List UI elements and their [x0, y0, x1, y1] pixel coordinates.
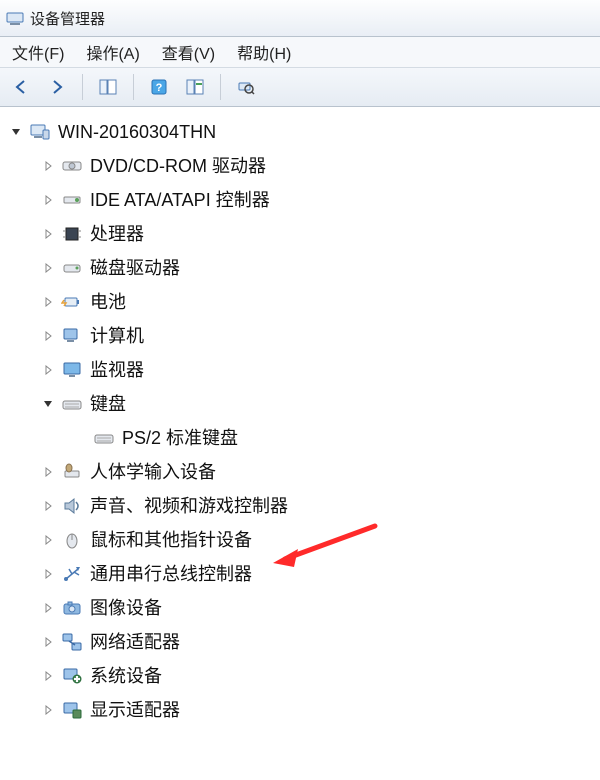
showhide-button[interactable] [93, 72, 123, 102]
expander-icon[interactable] [40, 569, 56, 579]
hid-icon [60, 460, 84, 484]
expander-icon[interactable] [40, 331, 56, 341]
tree-item-system[interactable]: 系统设备 [40, 659, 600, 693]
hdd-icon [60, 256, 84, 280]
titlebar: 设备管理器 [0, 0, 600, 37]
expander-icon[interactable] [40, 705, 56, 715]
expander-icon[interactable] [40, 637, 56, 647]
scan-button[interactable] [231, 72, 261, 102]
tree-item-label: 系统设备 [90, 659, 162, 693]
expander-icon[interactable] [40, 263, 56, 273]
tree-item-label: 人体学输入设备 [90, 455, 216, 489]
tree-item-computer[interactable]: 计算机 [40, 319, 600, 353]
disc-icon [60, 154, 84, 178]
tree-item-hid[interactable]: 人体学输入设备 [40, 455, 600, 489]
expander-icon[interactable] [40, 161, 56, 171]
tree-root[interactable]: WIN-20160304THN [8, 115, 600, 149]
tree-item-image[interactable]: 图像设备 [40, 591, 600, 625]
cpu-icon [60, 222, 84, 246]
tree-item-ps2-keyboard[interactable]: PS/2 标准键盘 [72, 421, 600, 455]
expander-icon[interactable] [40, 399, 56, 409]
tree-item-usb[interactable]: 通用串行总线控制器 [40, 557, 600, 591]
speaker-icon [60, 494, 84, 518]
expander-icon[interactable] [40, 603, 56, 613]
tree-item-dvd[interactable]: DVD/CD-ROM 驱动器 [40, 149, 600, 183]
expander-icon[interactable] [40, 501, 56, 511]
network-icon [60, 630, 84, 654]
computer-icon [28, 120, 52, 144]
device-tree[interactable]: WIN-20160304THN DVD/CD-ROM 驱动器 [0, 107, 600, 727]
back-button[interactable] [6, 72, 36, 102]
menu-action[interactable]: 操作(A) [86, 40, 139, 64]
expander-icon[interactable] [40, 671, 56, 681]
expander-icon[interactable] [40, 365, 56, 375]
menu-help[interactable]: 帮助(H) [237, 40, 291, 64]
tree-item-mouse[interactable]: 鼠标和其他指针设备 [40, 523, 600, 557]
ide-icon [60, 188, 84, 212]
separator [82, 74, 83, 100]
display-icon [60, 698, 84, 722]
tree-item-monitor[interactable]: 监视器 [40, 353, 600, 387]
tree-item-label: IDE ATA/ATAPI 控制器 [90, 183, 270, 217]
expander-icon[interactable] [40, 229, 56, 239]
expander-icon[interactable] [40, 535, 56, 545]
battery-icon [60, 290, 84, 314]
tree-item-label: 声音、视频和游戏控制器 [90, 489, 288, 523]
forward-button[interactable] [42, 72, 72, 102]
tree-item-label: DVD/CD-ROM 驱动器 [90, 149, 266, 183]
keyboard-icon [60, 392, 84, 416]
expander-icon[interactable] [40, 195, 56, 205]
tree-item-network[interactable]: 网络适配器 [40, 625, 600, 659]
tree-item-cpu[interactable]: 处理器 [40, 217, 600, 251]
tree-item-disk[interactable]: 磁盘驱动器 [40, 251, 600, 285]
properties-button[interactable] [180, 72, 210, 102]
tree-item-label: 磁盘驱动器 [90, 251, 180, 285]
tree-item-display[interactable]: 显示适配器 [40, 693, 600, 727]
app-icon [6, 9, 24, 27]
tree-item-sound[interactable]: 声音、视频和游戏控制器 [40, 489, 600, 523]
tree-item-label: 鼠标和其他指针设备 [90, 523, 252, 557]
monitor-icon [60, 358, 84, 382]
expander-icon[interactable] [40, 467, 56, 477]
mouse-icon [60, 528, 84, 552]
tree-item-keyboard[interactable]: 键盘 [40, 387, 600, 421]
tree-item-label: 监视器 [90, 353, 144, 387]
help-button[interactable]: ? [144, 72, 174, 102]
menubar: 文件(F) 操作(A) 查看(V) 帮助(H) [0, 37, 600, 68]
svg-text:?: ? [156, 82, 163, 94]
expander-icon[interactable] [40, 297, 56, 307]
window-title: 设备管理器 [30, 8, 105, 29]
tree-item-label: 键盘 [90, 387, 126, 421]
toolbar: ? [0, 68, 600, 107]
tree-item-label: 图像设备 [90, 591, 162, 625]
tree-item-label: 通用串行总线控制器 [90, 557, 252, 591]
tree-item-label: 处理器 [90, 217, 144, 251]
tree-item-ide[interactable]: IDE ATA/ATAPI 控制器 [40, 183, 600, 217]
separator [133, 74, 134, 100]
tree-root-label: WIN-20160304THN [58, 115, 216, 149]
menu-file[interactable]: 文件(F) [12, 40, 64, 64]
keyboard-icon [92, 426, 116, 450]
camera-icon [60, 596, 84, 620]
tree-item-battery[interactable]: 电池 [40, 285, 600, 319]
tree-item-label: 显示适配器 [90, 693, 180, 727]
tree-item-label: 电池 [90, 285, 126, 319]
usb-icon [60, 562, 84, 586]
system-icon [60, 664, 84, 688]
separator [220, 74, 221, 100]
expander-icon[interactable] [8, 127, 24, 137]
menu-view[interactable]: 查看(V) [162, 40, 215, 64]
tree-item-label: 计算机 [90, 319, 144, 353]
tree-item-label: PS/2 标准键盘 [122, 421, 238, 455]
tree-item-label: 网络适配器 [90, 625, 180, 659]
pc-icon [60, 324, 84, 348]
